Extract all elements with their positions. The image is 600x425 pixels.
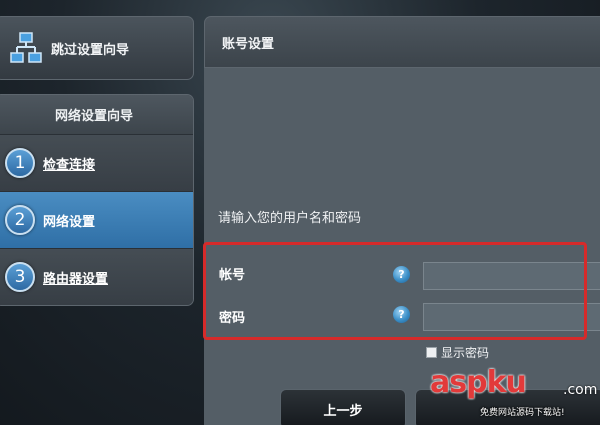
show-password-option[interactable]: 显示密码 xyxy=(426,344,489,361)
show-password-label: 显示密码 xyxy=(441,346,490,360)
page-title: 账号设置 xyxy=(222,36,275,52)
previous-button[interactable]: 上一步 xyxy=(280,389,406,425)
account-input[interactable] xyxy=(423,262,600,290)
step-label-router-settings: 路由器设置 xyxy=(43,271,109,287)
step-check-connection[interactable]: 1 检查连接 xyxy=(0,135,193,192)
wizard-steps-panel: 网络设置向导 1 检查连接 2 网络设置 3 路由器设置 xyxy=(0,94,194,306)
router-setup-screen: 跳过设置向导 网络设置向导 1 检查连接 2 网络设置 3 路由器设置 账号设置… xyxy=(0,0,600,425)
step-number-2: 2 xyxy=(5,205,35,235)
wizard-title: 网络设置向导 xyxy=(0,95,193,135)
panel-body xyxy=(204,68,600,425)
instruction-text: 请输入您的用户名和密码 xyxy=(218,211,362,226)
skip-wizard-label: 跳过设置向导 xyxy=(51,42,130,58)
show-password-checkbox[interactable] xyxy=(426,347,437,358)
step-network-settings[interactable]: 2 网络设置 xyxy=(0,192,193,249)
account-help-icon[interactable]: ? xyxy=(393,266,410,283)
skip-wizard-button[interactable]: 跳过设置向导 xyxy=(0,16,194,80)
step-number-1: 1 xyxy=(5,148,35,178)
step-label-network-settings: 网络设置 xyxy=(43,214,96,230)
step-router-settings[interactable]: 3 路由器设置 xyxy=(0,249,193,305)
password-input[interactable] xyxy=(423,303,600,331)
step-number-3: 3 xyxy=(5,262,35,292)
password-help-icon[interactable]: ? xyxy=(393,306,410,323)
panel-header: 账号设置 xyxy=(204,16,600,68)
network-icon xyxy=(10,32,42,63)
step-label-check-connection: 检查连接 xyxy=(43,157,96,173)
account-label: 帐号 xyxy=(219,268,246,283)
next-button[interactable] xyxy=(415,389,600,425)
password-label: 密码 xyxy=(219,311,246,326)
